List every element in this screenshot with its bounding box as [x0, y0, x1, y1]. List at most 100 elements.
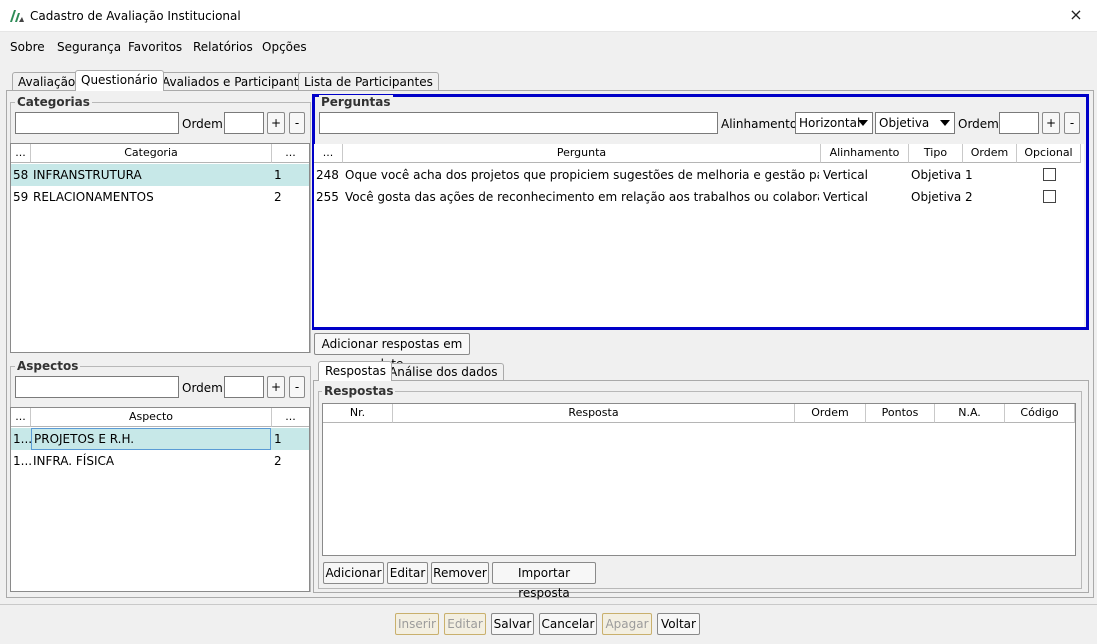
col-header-codigo[interactable]: Código — [1005, 404, 1075, 423]
opcional-checkbox[interactable] — [1043, 190, 1056, 203]
aspectos-table: ... Aspecto ... 1... PROJETOS E R.H. 1 1… — [10, 407, 310, 592]
chevron-down-icon — [858, 120, 868, 126]
editar-resposta-button[interactable]: Editar — [387, 562, 428, 584]
cell-ordem: 2 — [274, 190, 282, 204]
respostas-table: Nr. Resposta Ordem Pontos N.A. Código — [322, 403, 1076, 556]
salvar-button[interactable]: Salvar — [491, 613, 534, 635]
tab-lista-participantes[interactable]: Lista de Participantes — [298, 72, 439, 90]
pergunta-ordem-input[interactable] — [999, 112, 1039, 134]
col-header-categoria[interactable]: Categoria — [31, 144, 272, 163]
pergunta-remove-button[interactable]: - — [1064, 112, 1080, 134]
tipo-select[interactable]: Objetiva — [875, 112, 955, 134]
chevron-down-icon — [940, 120, 950, 126]
adicionar-respostas-lote-button[interactable]: Adicionar respostas em lote — [314, 333, 470, 371]
cell-ordem: 1 — [274, 168, 282, 182]
cell-id: 58 — [13, 168, 29, 182]
col-header-ordem[interactable]: Ordem — [795, 404, 866, 423]
categoria-ordem-input[interactable] — [224, 112, 264, 134]
perguntas-table: ... Pergunta Alinhamento Tipo Ordem Opci… — [314, 144, 1084, 327]
alinhamento-value: Horizontal — [799, 116, 861, 130]
col-header-id[interactable]: ... — [11, 408, 31, 427]
remover-resposta-button[interactable]: Remover — [431, 562, 489, 584]
cell-ordem: 1 — [274, 432, 282, 446]
window-title: Cadastro de Avaliação Institucional — [30, 9, 241, 23]
close-icon[interactable]: × — [1065, 4, 1087, 26]
aspecto-add-button[interactable]: + — [267, 376, 285, 398]
table-row[interactable]: 255 Você gosta das ações de reconhecimen… — [314, 186, 1084, 208]
cell-tipo: Objetiva — [911, 168, 962, 182]
cell-id: 255 — [316, 190, 339, 204]
aspecto-remove-button[interactable]: - — [289, 376, 305, 398]
categoria-remove-button[interactable]: - — [289, 112, 305, 134]
tab-questionario[interactable]: Questionário — [75, 70, 164, 91]
col-header-opcional[interactable]: Opcional — [1017, 144, 1081, 163]
menu-favoritos[interactable]: Favoritos — [128, 40, 182, 54]
cell-alinhamento: Vertical — [823, 190, 868, 204]
menu-opcoes[interactable]: Opções — [262, 40, 307, 54]
title-bar: Cadastro de Avaliação Institucional × — [0, 0, 1097, 32]
categorias-table: ... Categoria ... 58 INFRANSTRUTURA 1 59… — [10, 143, 310, 353]
col-header-id[interactable]: ... — [314, 144, 343, 163]
tipo-value: Objetiva — [879, 116, 930, 130]
adicionar-resposta-button[interactable]: Adicionar — [323, 562, 384, 584]
col-header-alinhamento[interactable]: Alinhamento — [821, 144, 909, 163]
alinhamento-select[interactable]: Horizontal — [795, 112, 873, 134]
col-header-pergunta[interactable]: Pergunta — [343, 144, 821, 163]
aspectos-legend: Aspectos — [15, 359, 81, 373]
col-header-ordem[interactable]: Ordem — [963, 144, 1017, 163]
aspecto-input[interactable] — [15, 376, 179, 398]
cell-pergunta: Você gosta das ações de reconhecimento e… — [345, 190, 819, 204]
col-header-ordem[interactable]: ... — [272, 408, 309, 427]
cell-categoria: RELACIONAMENTOS — [33, 190, 154, 204]
menu-relatorios[interactable]: Relatórios — [193, 40, 253, 54]
categoria-ordem-label: Ordem: — [182, 117, 227, 131]
cell-id: 59 — [13, 190, 29, 204]
col-header-nr[interactable]: Nr. — [323, 404, 393, 423]
apagar-button[interactable]: Apagar — [602, 613, 652, 635]
table-row[interactable]: 1... INFRA. FÍSICA 2 — [11, 450, 309, 472]
table-row[interactable]: 1... PROJETOS E R.H. 1 — [11, 428, 309, 450]
cell-id: 1... — [13, 454, 33, 468]
col-header-tipo[interactable]: Tipo — [909, 144, 963, 163]
cell-id: 1... — [13, 432, 33, 446]
tab-avaliacao[interactable]: Avaliação — [12, 72, 82, 90]
col-header-ordem[interactable]: ... — [272, 144, 309, 163]
aspecto-ordem-input[interactable] — [224, 376, 264, 398]
pergunta-add-button[interactable]: + — [1042, 112, 1060, 134]
menu-sobre[interactable]: Sobre — [10, 40, 45, 54]
categorias-legend: Categorias — [15, 95, 92, 109]
categoria-input[interactable] — [15, 112, 179, 134]
cancelar-button[interactable]: Cancelar — [539, 613, 597, 635]
bottom-action-bar: Inserir Editar Salvar Cancelar Apagar Vo… — [0, 604, 1097, 644]
table-row[interactable]: 58 INFRANSTRUTURA 1 — [11, 164, 309, 186]
pergunta-input[interactable] — [319, 112, 718, 134]
table-row[interactable]: 59 RELACIONAMENTOS 2 — [11, 186, 309, 208]
categoria-add-button[interactable]: + — [267, 112, 285, 134]
inserir-button[interactable]: Inserir — [395, 613, 439, 635]
app-logo-icon — [10, 10, 24, 22]
col-header-aspecto[interactable]: Aspecto — [31, 408, 272, 427]
col-header-resposta[interactable]: Resposta — [393, 404, 795, 423]
cell-aspecto: PROJETOS E R.H. — [31, 428, 271, 450]
aspecto-ordem-label: Ordem: — [182, 381, 227, 395]
menu-seguranca[interactable]: Segurança — [57, 40, 121, 54]
cell-tipo: Objetiva — [911, 190, 962, 204]
voltar-button[interactable]: Voltar — [657, 613, 700, 635]
pergunta-ordem-label: Ordem: — [958, 117, 1003, 131]
table-row[interactable]: 248 Oque você acha dos projetos que prop… — [314, 164, 1084, 186]
cell-ordem: 2 — [965, 190, 973, 204]
importar-resposta-button[interactable]: Importar resposta — [492, 562, 596, 600]
editar-button[interactable]: Editar — [444, 613, 486, 635]
subtab-analise-dados[interactable]: Análise dos dados — [383, 363, 504, 381]
menu-bar: Sobre Segurança Favoritos Relatórios Opç… — [0, 36, 1097, 58]
cell-alinhamento: Vertical — [823, 168, 868, 182]
col-header-id[interactable]: ... — [11, 144, 31, 163]
col-header-na[interactable]: N.A. — [935, 404, 1005, 423]
perguntas-legend: Perguntas — [319, 95, 393, 109]
cell-pergunta: Oque você acha dos projetos que propicie… — [345, 168, 819, 182]
cell-id: 248 — [316, 168, 339, 182]
subtab-respostas[interactable]: Respostas — [318, 361, 392, 381]
tab-avaliados-participantes[interactable]: Avaliados e Participantes — [156, 72, 319, 90]
col-header-pontos[interactable]: Pontos — [866, 404, 935, 423]
opcional-checkbox[interactable] — [1043, 168, 1056, 181]
